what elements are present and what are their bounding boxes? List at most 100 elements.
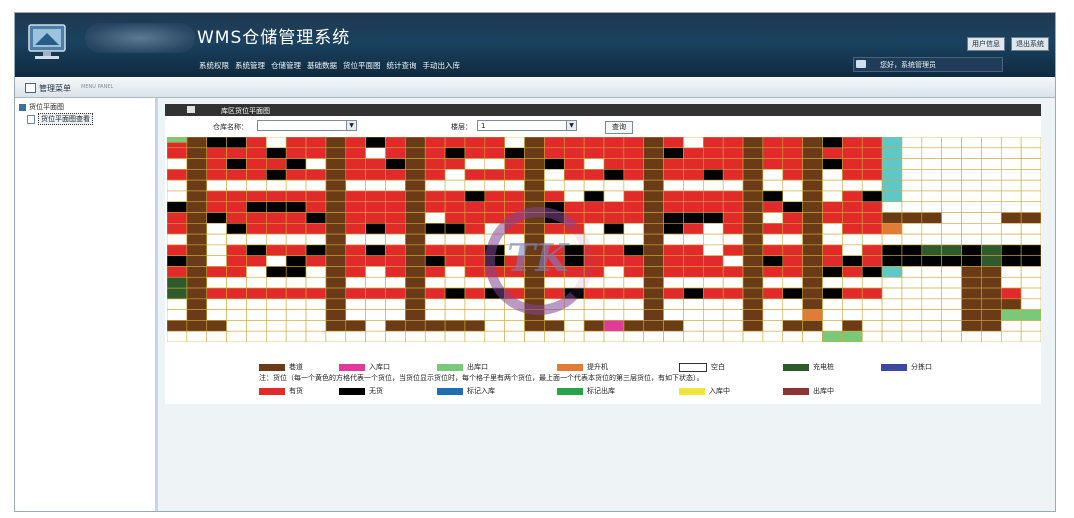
storage-cell[interactable] <box>246 276 267 289</box>
storage-cell[interactable] <box>1020 330 1041 342</box>
storage-cell[interactable] <box>762 244 784 256</box>
storage-cell[interactable] <box>623 169 645 181</box>
storage-cell[interactable] <box>206 223 227 235</box>
storage-cell[interactable] <box>663 233 684 246</box>
storage-cell[interactable] <box>424 266 446 278</box>
storage-cell[interactable] <box>802 201 823 213</box>
storage-cell[interactable] <box>762 169 784 181</box>
storage-cell[interactable] <box>881 298 903 310</box>
storage-cell[interactable] <box>583 309 605 321</box>
storage-cell[interactable] <box>921 298 942 310</box>
storage-cell[interactable] <box>901 137 923 149</box>
storage-cell[interactable] <box>663 330 684 342</box>
storage-cell[interactable] <box>444 330 466 342</box>
storage-cell[interactable] <box>921 190 942 203</box>
storage-cell[interactable] <box>167 179 188 192</box>
storage-cell[interactable] <box>1020 320 1041 332</box>
storage-cell[interactable] <box>961 169 982 181</box>
storage-cell[interactable] <box>842 266 863 278</box>
storage-cell[interactable] <box>504 137 525 149</box>
storage-cell-special[interactable] <box>167 276 188 289</box>
storage-cell[interactable] <box>861 147 883 159</box>
storage-cell[interactable] <box>1020 201 1041 213</box>
storage-cell[interactable] <box>305 233 327 246</box>
storage-cell[interactable] <box>186 330 208 342</box>
storage-cell[interactable] <box>285 320 307 332</box>
storage-cell[interactable] <box>1020 158 1041 170</box>
storage-cell[interactable] <box>703 158 724 170</box>
storage-cell[interactable] <box>544 223 565 235</box>
storage-cell[interactable] <box>167 158 188 170</box>
storage-cell[interactable] <box>961 244 982 256</box>
storage-cell[interactable] <box>305 309 327 321</box>
storage-cell[interactable] <box>762 330 784 342</box>
storage-cell[interactable] <box>504 147 525 159</box>
storage-cell[interactable] <box>941 223 962 235</box>
storage-cell[interactable] <box>842 169 863 181</box>
storage-cell[interactable] <box>285 233 307 246</box>
storage-cell[interactable] <box>206 201 227 213</box>
storage-cell[interactable] <box>186 244 208 256</box>
storage-cell[interactable] <box>623 147 645 159</box>
storage-cell[interactable] <box>544 287 565 300</box>
menu-item-basedata[interactable]: 基础数据 <box>307 60 337 71</box>
storage-cell[interactable] <box>703 147 724 159</box>
storage-cell[interactable] <box>365 298 386 310</box>
storage-cell[interactable] <box>901 298 923 310</box>
storage-cell[interactable] <box>623 158 645 170</box>
storage-cell[interactable] <box>643 320 664 332</box>
storage-cell-special[interactable] <box>881 223 903 235</box>
storage-cell[interactable] <box>1020 276 1041 289</box>
storage-cell[interactable] <box>484 309 505 321</box>
storage-cell[interactable] <box>186 223 208 235</box>
storage-cell[interactable] <box>167 147 188 159</box>
storage-cell[interactable] <box>544 158 565 170</box>
storage-cell[interactable] <box>285 137 307 149</box>
storage-cell[interactable] <box>1000 147 1022 159</box>
storage-cell[interactable] <box>325 255 347 267</box>
storage-cell[interactable] <box>345 330 366 342</box>
storage-cell[interactable] <box>186 169 208 181</box>
storage-cell[interactable] <box>365 320 386 332</box>
storage-cell[interactable] <box>683 233 704 246</box>
storage-cell[interactable] <box>742 298 764 310</box>
storage-cell[interactable] <box>782 298 803 310</box>
storage-cell[interactable] <box>663 169 684 181</box>
storage-cell[interactable] <box>1020 169 1041 181</box>
storage-cell[interactable] <box>722 298 744 310</box>
storage-cell[interactable] <box>504 320 525 332</box>
storage-cell[interactable] <box>206 298 227 310</box>
storage-cell[interactable] <box>842 190 863 203</box>
storage-cell[interactable] <box>603 201 625 213</box>
storage-cell[interactable] <box>563 223 585 235</box>
storage-cell[interactable] <box>941 266 962 278</box>
storage-cell[interactable] <box>385 330 406 342</box>
storage-cell[interactable] <box>325 298 347 310</box>
storage-cell[interactable] <box>285 276 307 289</box>
storage-cell-special[interactable] <box>842 330 863 342</box>
storage-cell[interactable] <box>1000 255 1022 267</box>
storage-cell[interactable] <box>643 276 664 289</box>
storage-cell[interactable] <box>861 298 883 310</box>
storage-cell[interactable] <box>782 309 803 321</box>
storage-cell[interactable] <box>365 233 386 246</box>
storage-cell[interactable] <box>782 223 803 235</box>
storage-cell[interactable] <box>961 255 982 267</box>
storage-cell[interactable] <box>881 276 903 289</box>
storage-cell[interactable] <box>167 320 188 332</box>
storage-cell[interactable] <box>365 147 386 159</box>
storage-cell[interactable] <box>822 320 843 332</box>
storage-cell[interactable] <box>703 179 724 192</box>
storage-cell[interactable] <box>881 201 903 213</box>
storage-cell[interactable] <box>901 309 923 321</box>
storage-cell[interactable] <box>365 244 386 256</box>
storage-cell[interactable] <box>762 266 784 278</box>
storage-cell[interactable] <box>444 158 466 170</box>
storage-cell[interactable] <box>405 233 426 246</box>
storage-cell[interactable] <box>703 190 724 203</box>
storage-cell[interactable] <box>266 309 287 321</box>
storage-cell[interactable] <box>186 137 208 149</box>
storage-cell[interactable] <box>822 179 843 192</box>
storage-cell[interactable] <box>822 266 843 278</box>
storage-cell[interactable] <box>961 330 982 342</box>
